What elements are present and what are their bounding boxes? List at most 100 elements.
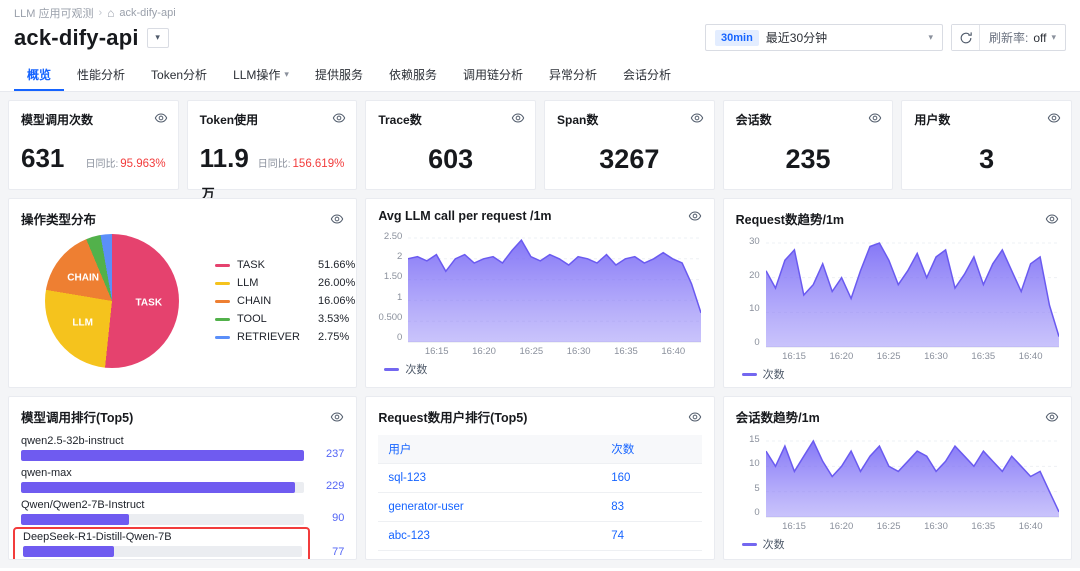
pie-legend-item[interactable]: TASK51.66% xyxy=(215,256,355,274)
user-link[interactable]: abc-123 xyxy=(378,522,601,551)
axis-tick-label: 16:15 xyxy=(425,346,449,357)
axis-tick-label: 0 xyxy=(754,507,759,518)
chevron-down-icon: ▾ xyxy=(928,32,933,43)
eye-icon[interactable] xyxy=(154,111,168,125)
panel-avg-llm-call: Avg LLM call per request /1m 2.5021.5010… xyxy=(365,198,714,388)
day-over-day: 日同比:156.619% xyxy=(258,155,345,170)
ranking-bar xyxy=(23,546,114,557)
eye-icon[interactable] xyxy=(330,410,344,424)
axis-tick-label: 16:30 xyxy=(924,521,948,532)
tab-token-analysis[interactable]: Token分析 xyxy=(138,59,220,91)
tab-dependent-services[interactable]: 依赖服务 xyxy=(376,59,450,91)
axis-tick-label: 20 xyxy=(749,270,760,281)
chart-legend: 次数 xyxy=(384,361,701,377)
panel-row-bottom: 模型调用排行(Top5) qwen2.5-32b-instruct 237 qwen… xyxy=(8,396,1072,560)
pie-legend-item[interactable]: CHAIN 16.06% xyxy=(215,292,355,310)
eye-icon[interactable] xyxy=(688,209,702,223)
count-value: 83 xyxy=(601,493,701,522)
ranking-value: 77 xyxy=(312,546,344,559)
legend-percent: 26.00% xyxy=(318,277,355,289)
tab-bar: 概览 性能分析 Token分析 LLM操作▾ 提供服务 依赖服务 调用链分析 异… xyxy=(0,59,1080,92)
eye-icon[interactable] xyxy=(868,111,882,125)
stat-title: 模型调用次数 xyxy=(21,111,166,128)
tab-exception-analysis[interactable]: 异常分析 xyxy=(536,59,610,91)
day-over-day-value: 95.963% xyxy=(120,158,165,170)
pie-legend-item[interactable]: RETRIEVER2.75% xyxy=(215,328,355,346)
eye-icon[interactable] xyxy=(1045,212,1059,226)
axis-tick-label: 16:25 xyxy=(877,521,901,532)
tab-llm-operations[interactable]: LLM操作▾ xyxy=(220,59,302,91)
tab-trace-analysis[interactable]: 调用链分析 xyxy=(450,59,536,91)
axis-tick-label: 16:40 xyxy=(1019,521,1043,532)
axis-tick-label: 16:35 xyxy=(614,346,638,357)
axis-tick-label: 16:20 xyxy=(472,346,496,357)
axis-tick-label: 0 xyxy=(754,337,759,348)
eye-icon[interactable] xyxy=(1047,111,1061,125)
refresh-rate-label: 刷新率: xyxy=(989,29,1028,46)
time-range-label: 最近30分钟 xyxy=(766,29,827,46)
time-range-select[interactable]: 30min 最近30分钟 ▾ xyxy=(705,24,943,51)
tab-overview[interactable]: 概览 xyxy=(14,59,64,91)
stat-value: 603 xyxy=(378,144,523,175)
pie-legend-item[interactable]: TOOL3.53% xyxy=(215,310,355,328)
model-ranking-list: qwen2.5-32b-instruct237qwen-max229Qwen/Q… xyxy=(21,435,344,559)
tab-performance-analysis[interactable]: 性能分析 xyxy=(64,59,138,91)
stat-value: 235 xyxy=(736,144,881,175)
legend-percent: 16.06% xyxy=(318,295,355,307)
eye-icon[interactable] xyxy=(1045,410,1059,424)
refresh-button[interactable] xyxy=(952,25,980,50)
user-link[interactable]: sql-123 xyxy=(378,464,601,493)
legend-name: LLM xyxy=(237,277,311,289)
axis-tick-label: 16:25 xyxy=(519,346,543,357)
ranking-label: qwen2.5-32b-instruct xyxy=(21,435,304,447)
area-chart-session-trend xyxy=(766,434,1059,518)
stat-card-user-count: 用户数 3 xyxy=(901,100,1072,190)
day-over-day-value: 156.619% xyxy=(293,158,345,170)
axis-tick-label: 15 xyxy=(749,434,760,445)
operation-pie-chart: TASKLLMCHAIN xyxy=(45,234,179,368)
refresh-rate-select[interactable]: 刷新率: off ▾ xyxy=(980,25,1065,50)
breadcrumb-root[interactable]: LLM 应用可观测 xyxy=(14,5,93,21)
ranking-bar-track xyxy=(21,482,304,493)
table-row: abc-12374 xyxy=(378,522,701,551)
ranking-bar-track xyxy=(21,514,304,525)
table-header[interactable]: 次数 xyxy=(601,435,701,464)
y-axis-labels: 2.5021.5010.5000 xyxy=(378,231,408,343)
legend-marker xyxy=(215,318,230,321)
eye-icon[interactable] xyxy=(511,111,525,125)
panel-title: 模型调用排行(Top5) xyxy=(21,407,133,426)
panel-title: 操作类型分布 xyxy=(21,209,96,228)
legend-marker xyxy=(384,368,399,371)
legend-marker xyxy=(742,373,757,376)
panel-user-ranking: Request数用户排行(Top5) 用户次数sql-123160generat… xyxy=(365,396,714,560)
tab-provided-services[interactable]: 提供服务 xyxy=(302,59,376,91)
stat-title: Token使用 xyxy=(200,111,345,128)
eye-icon[interactable] xyxy=(690,111,704,125)
eye-icon[interactable] xyxy=(688,410,702,424)
legend-name: CHAIN xyxy=(237,295,311,307)
legend-percent: 2.75% xyxy=(318,331,349,343)
day-over-day: 日同比:95.963% xyxy=(85,155,165,170)
eye-icon[interactable] xyxy=(332,111,346,125)
axis-tick-label: 16:25 xyxy=(877,351,901,362)
chart-legend: 次数 xyxy=(742,366,1059,382)
tab-session-analysis[interactable]: 会话分析 xyxy=(610,59,684,91)
time-range-badge: 30min xyxy=(715,30,759,46)
ranking-value: 237 xyxy=(312,448,344,461)
ranking-entry: qwen-max xyxy=(21,467,304,493)
refresh-controls: 刷新率: off ▾ xyxy=(951,24,1066,51)
eye-icon[interactable] xyxy=(330,212,344,226)
legend-label: 次数 xyxy=(405,361,427,377)
stat-title: 用户数 xyxy=(914,111,1059,128)
table-header[interactable]: 用户 xyxy=(378,435,601,464)
table-row: sql-123160 xyxy=(378,464,701,493)
y-axis-labels: 151050 xyxy=(736,434,766,518)
user-link[interactable]: generator-user xyxy=(378,493,601,522)
axis-tick-label: 16:20 xyxy=(829,351,853,362)
panel-session-trend: 会话数趋势/1m 151050 16:1516:2016:2516:3016:3… xyxy=(723,396,1072,560)
legend-marker xyxy=(215,282,230,285)
axis-tick-label: 2.50 xyxy=(384,231,403,242)
pie-legend-item[interactable]: LLM 26.00% xyxy=(215,274,355,292)
title-dropdown-button[interactable]: ▾ xyxy=(147,28,169,48)
breadcrumb-separator: › xyxy=(98,7,102,19)
